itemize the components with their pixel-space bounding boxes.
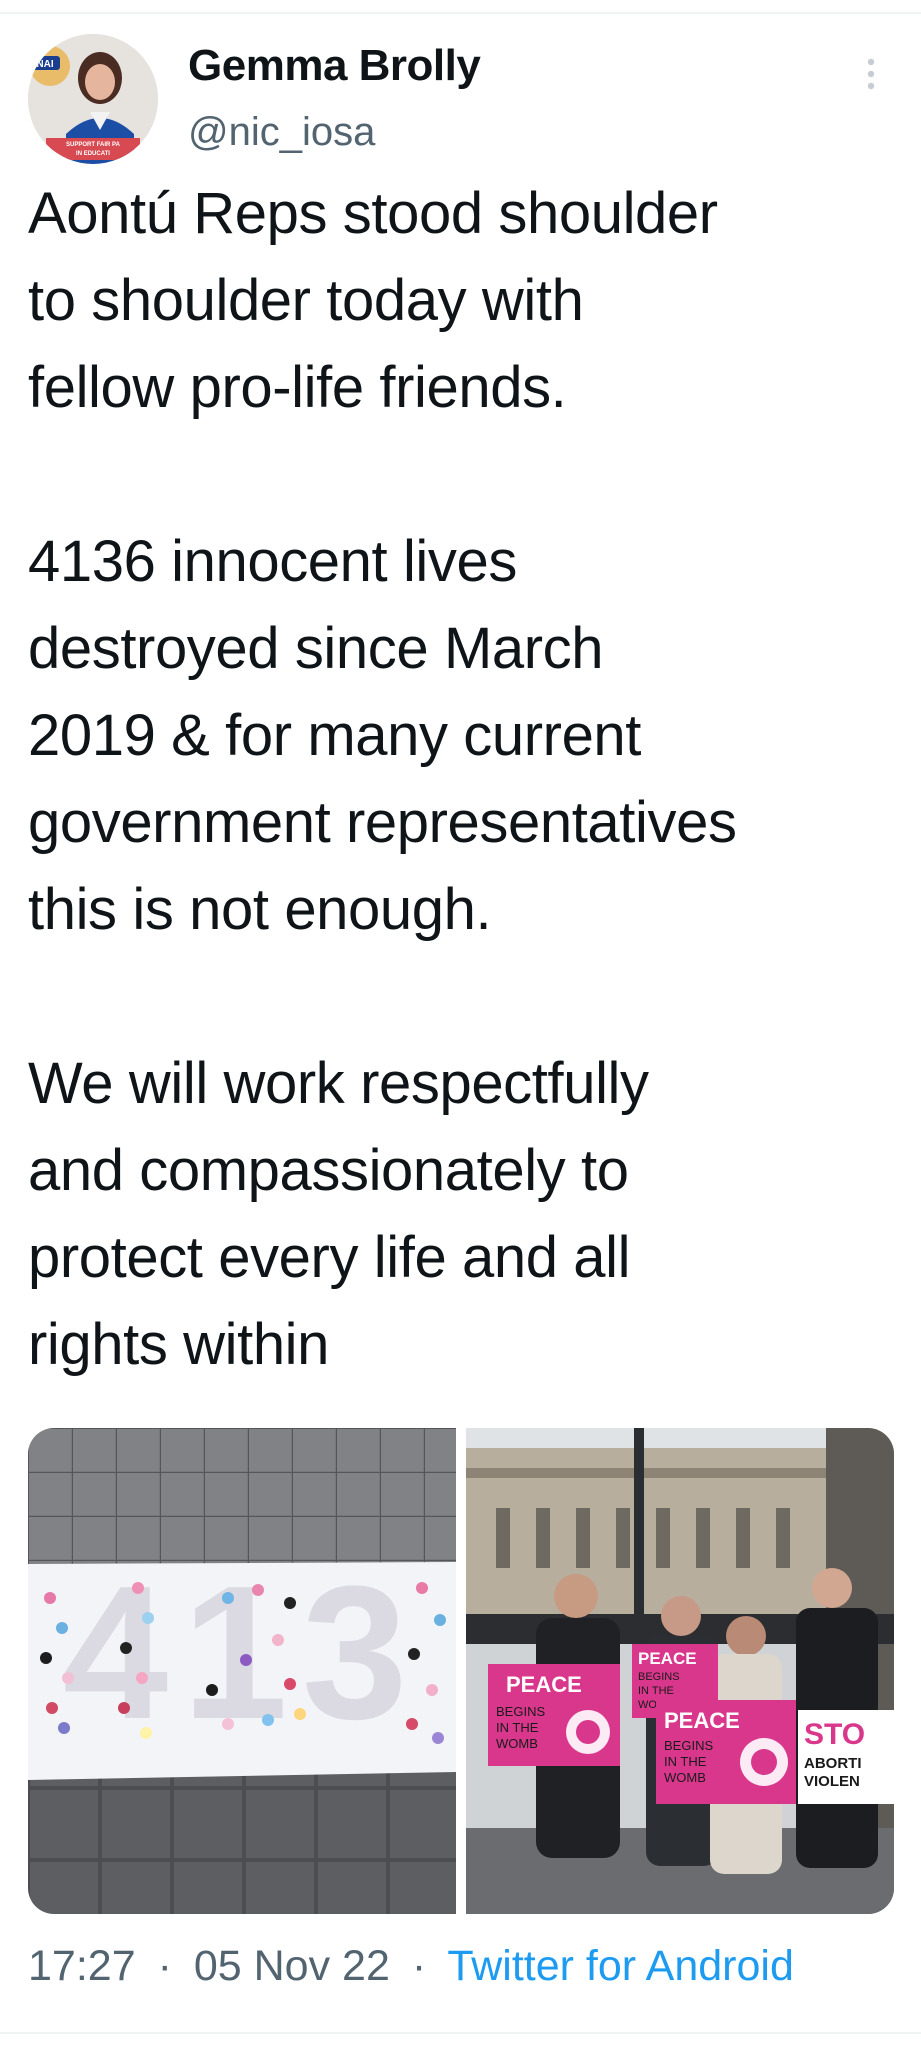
tweet-source-link[interactable]: Twitter for Android	[447, 1942, 794, 1990]
sign2-line1: BEGINS	[638, 1671, 680, 1683]
sign4-line2: ABORTI	[804, 1755, 862, 1772]
sign4-line3: VIOLEN	[804, 1773, 860, 1790]
tweet-text: Aontú Reps stood shoulder to shoulder to…	[28, 181, 737, 1377]
avatar-brand-text: NAI	[36, 59, 53, 70]
sign2-line2: IN THE	[638, 1685, 674, 1697]
sign2-title: PEACE	[638, 1649, 697, 1668]
sign4-line1: STO	[804, 1718, 865, 1751]
sign1-title: PEACE	[506, 1672, 582, 1697]
top-divider	[0, 12, 921, 14]
more-vertical-icon[interactable]	[858, 54, 884, 94]
shoe-number-text: 413	[62, 1547, 421, 1759]
sign1-line3: WOMB	[496, 1736, 538, 1751]
sign-stop: STO ABORTI VIOLEN	[798, 1710, 894, 1804]
tweet-time[interactable]: 17:27	[28, 1942, 136, 1990]
sign1-line1: BEGINS	[496, 1704, 545, 1719]
sign-peace-3: PEACE BEGINS IN THE WOMB	[656, 1700, 796, 1804]
sign3-line3: WOMB	[664, 1770, 706, 1785]
sign-peace-1: PEACE BEGINS IN THE WOMB	[488, 1664, 620, 1766]
photo-group-with-signs[interactable]: PEACE BEGINS IN THE WOMB PEACE BEGINS IN…	[466, 1428, 894, 1914]
meta-separator: ·	[157, 1942, 172, 1990]
sign3-line2: IN THE	[664, 1754, 707, 1769]
avatar-photo: NAI SUPPORT FAIR PA IN EDUCATI	[28, 34, 158, 164]
tweet-meta: 17:27 · 05 Nov 22 · Twitter for Android	[28, 1938, 794, 1994]
sign1-line2: IN THE	[496, 1720, 539, 1735]
sign3-title: PEACE	[664, 1708, 740, 1733]
avatar-banner-text-1: SUPPORT FAIR PA	[66, 142, 121, 148]
author-display-name[interactable]: Gemma Brolly	[188, 38, 481, 94]
avatar-banner-text-2: IN EDUCATI	[76, 151, 110, 157]
media-grid: 413 PEACE BEGINS IN THE WOMB PEACE BEGIN…	[28, 1428, 894, 1914]
tweet-date[interactable]: 05 Nov 22	[194, 1942, 390, 1990]
sign3-line1: BEGINS	[664, 1738, 713, 1753]
meta-separator: ·	[411, 1942, 427, 1990]
author-avatar[interactable]: NAI SUPPORT FAIR PA IN EDUCATI	[28, 34, 158, 164]
photo-baby-shoes-display[interactable]: 413	[28, 1428, 456, 1914]
author-handle[interactable]: @nic_iosa	[188, 106, 375, 158]
bottom-divider	[0, 2032, 921, 2034]
